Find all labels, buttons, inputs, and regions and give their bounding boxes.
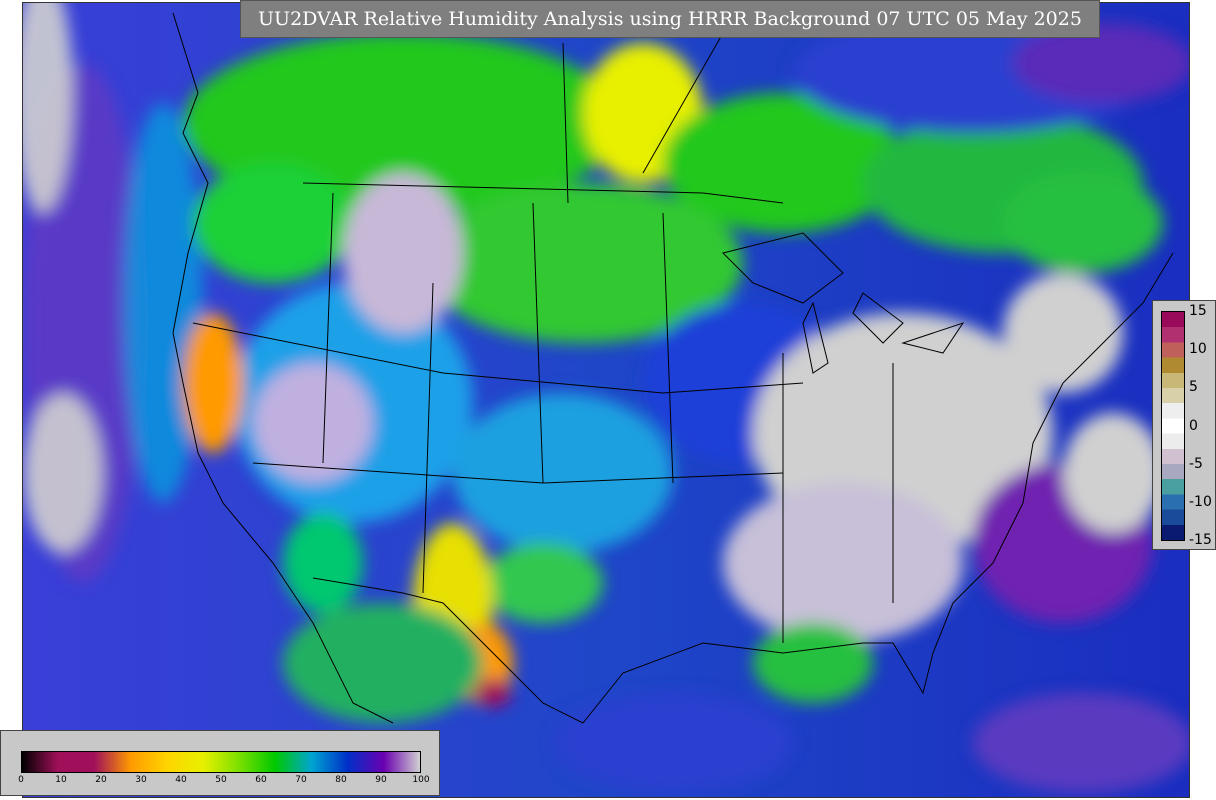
diff-tick-label: 15: [1189, 303, 1207, 319]
rh-tick-label: 60: [255, 775, 267, 785]
map-title-box: UU2DVAR Relative Humidity Analysis using…: [240, 0, 1100, 38]
rh-tick-label: 80: [335, 775, 347, 785]
rh-colorbar-legend: 0 10 20 30 40 50 60 70 80 90 100: [0, 730, 440, 796]
rh-tick-label: 20: [95, 775, 107, 785]
rh-tick-label: 0: [18, 775, 24, 785]
rh-colorbar: [21, 751, 421, 773]
map-canvas: [23, 3, 1189, 797]
diff-tick-label: -5: [1189, 456, 1203, 472]
rh-tick-label: 40: [175, 775, 187, 785]
diff-tick-label: 0: [1189, 418, 1198, 434]
humidity-map[interactable]: [22, 2, 1190, 798]
rh-tick-label: 90: [375, 775, 387, 785]
map-title: UU2DVAR Relative Humidity Analysis using…: [258, 8, 1082, 30]
rh-tick-label: 30: [135, 775, 147, 785]
rh-tick-label: 100: [412, 775, 430, 785]
diff-tick-label: -10: [1189, 494, 1212, 510]
rh-tick-label: 70: [295, 775, 307, 785]
diff-tick-label: -15: [1189, 532, 1212, 548]
diff-tick-label: 10: [1189, 341, 1207, 357]
rh-tick-label: 10: [55, 775, 67, 785]
diff-tick-label: 5: [1189, 379, 1198, 395]
rh-tick-label: 50: [215, 775, 227, 785]
difference-colorbar-legend: 15 10 5 0 -5 -10 -15: [1152, 300, 1216, 550]
difference-colorbar: [1161, 311, 1185, 541]
